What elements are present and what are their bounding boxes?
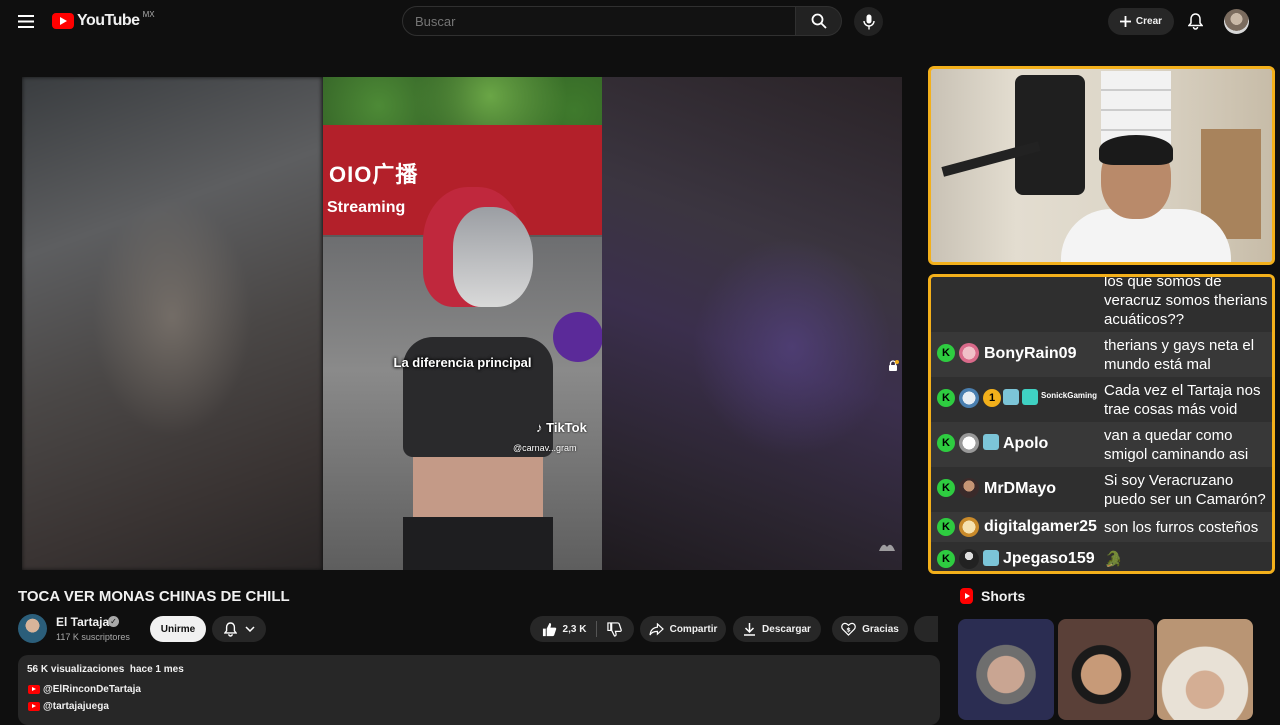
lock-icon <box>889 360 899 371</box>
notifications-button[interactable] <box>1184 10 1206 32</box>
short-thumbnail[interactable] <box>958 619 1054 720</box>
chat-message: K 1 SonickGaming Cada vez el Tartaja nos… <box>931 377 1272 422</box>
chat-message: K MrDMayo Si soy Veracruzano puedo ser u… <box>931 467 1272 512</box>
user-avatar <box>959 478 979 498</box>
download-button[interactable]: Descargar <box>733 616 821 642</box>
search-input[interactable] <box>403 7 795 35</box>
user-avatar <box>959 517 979 537</box>
verified-icon: ✓ <box>108 616 119 627</box>
logo-text: YouTube <box>77 12 140 29</box>
chat-message: K BonyRain09 therians y gays neta el mun… <box>931 332 1272 377</box>
tiktok-watermark: ♪ TikTok <box>536 420 587 435</box>
download-label: Descargar <box>762 623 811 635</box>
share-icon <box>648 622 664 636</box>
heart-dollar-icon: $ <box>841 622 856 636</box>
description-link[interactable]: @ElRinconDeTartaja <box>28 684 141 695</box>
chat-message: K Apolo van a quedar como smigol caminan… <box>931 422 1272 467</box>
k-badge-icon: K <box>937 344 955 362</box>
channel-name[interactable]: El Tartaja <box>56 615 109 629</box>
short-thumbnail[interactable] <box>1157 619 1253 720</box>
view-count: 56 K visualizaciones <box>27 664 125 675</box>
sub-badge-icon <box>1003 389 1019 405</box>
search-button[interactable] <box>796 6 842 36</box>
channel-watermark-icon[interactable] <box>877 539 897 555</box>
thanks-button[interactable]: $ Gracias <box>832 616 908 642</box>
youtube-icon <box>28 702 40 711</box>
thumbs-down-icon <box>607 621 623 637</box>
plus-icon <box>1119 16 1131 27</box>
chat-message: K digitalgamer25 son los furros costeños <box>931 512 1272 542</box>
subscriber-count: 117 K suscriptores <box>56 632 130 642</box>
shorts-header: Shorts <box>960 588 1025 604</box>
shorts-icon <box>960 588 973 604</box>
like-dislike-group: 2,3 K <box>530 616 634 642</box>
blurred-background-right <box>602 77 902 570</box>
logo-region: MX <box>142 9 155 19</box>
youtube-play-icon <box>52 13 74 29</box>
menu-icon[interactable] <box>14 10 38 32</box>
voice-search-button[interactable] <box>854 7 883 36</box>
video-frame: OIO广播 Streaming <box>323 77 602 570</box>
join-button[interactable]: Unirme <box>150 616 206 642</box>
create-label: Crear <box>1135 16 1163 27</box>
top-bar: YouTube MX Crear <box>0 0 1280 42</box>
youtube-logo[interactable]: YouTube MX <box>52 9 155 31</box>
sub-badge-icon <box>983 434 999 450</box>
k-badge-icon: K <box>937 550 955 568</box>
more-actions-button[interactable] <box>914 616 938 642</box>
person-wolf-mask <box>383 187 553 570</box>
subscription-notification-button[interactable] <box>212 616 266 642</box>
account-avatar[interactable] <box>1224 9 1249 34</box>
download-icon <box>744 623 756 636</box>
live-chat-overlay: los que somos de veracruz somos therians… <box>928 274 1275 574</box>
description-link[interactable]: @tartajajuega <box>28 701 109 712</box>
video-title: TOCA VER MONAS CHINAS DE CHILL <box>18 588 290 605</box>
search-icon <box>811 13 827 29</box>
share-label: Compartir <box>669 623 718 635</box>
k-badge-icon: K <box>937 434 955 452</box>
svg-text:$: $ <box>846 625 851 633</box>
mic-icon <box>862 14 875 29</box>
k-badge-icon: K <box>937 479 955 497</box>
user-avatar <box>959 388 979 408</box>
youtube-icon <box>28 685 40 694</box>
k-badge-icon: K <box>937 518 955 536</box>
chat-message: los que somos de veracruz somos therians… <box>931 277 1272 332</box>
sub-badge-icon <box>983 550 999 566</box>
k-badge-icon: K <box>937 389 955 407</box>
short-thumbnail[interactable] <box>1058 619 1154 720</box>
view-stats: 56 K visualizaciones hace 1 mes <box>27 664 184 675</box>
shorts-title: Shorts <box>981 588 1026 604</box>
tiktok-username: @carnav...gram <box>513 443 577 453</box>
user-avatar <box>959 433 979 453</box>
channel-avatar[interactable] <box>18 614 47 643</box>
like-count: 2,3 K <box>562 623 587 635</box>
streamer <box>1061 135 1231 262</box>
dislike-button[interactable] <box>603 621 623 637</box>
bell-icon <box>223 621 237 637</box>
video-player[interactable]: OIO广播 Streaming La diferencia principal … <box>22 77 902 570</box>
chat-message: K Jpegaso159 🐊 <box>931 542 1272 571</box>
bell-icon <box>1187 12 1203 30</box>
chevron-down-icon <box>244 626 255 632</box>
create-button[interactable]: Crear <box>1108 8 1174 35</box>
streamer-webcam <box>928 66 1275 265</box>
tier-badge: 1 <box>983 389 1001 407</box>
thanks-label: Gracias <box>862 623 899 635</box>
user-avatar <box>959 343 979 363</box>
video-caption: La diferencia principal <box>393 355 532 370</box>
search-box <box>402 6 796 36</box>
like-button[interactable]: 2,3 K <box>542 621 598 637</box>
upload-age: hace 1 mes <box>129 664 184 675</box>
share-button[interactable]: Compartir <box>640 616 726 642</box>
user-avatar <box>959 549 979 569</box>
thumbs-up-icon <box>542 622 556 636</box>
blurred-background-left <box>22 77 322 570</box>
gift-badge-icon <box>1022 389 1038 405</box>
